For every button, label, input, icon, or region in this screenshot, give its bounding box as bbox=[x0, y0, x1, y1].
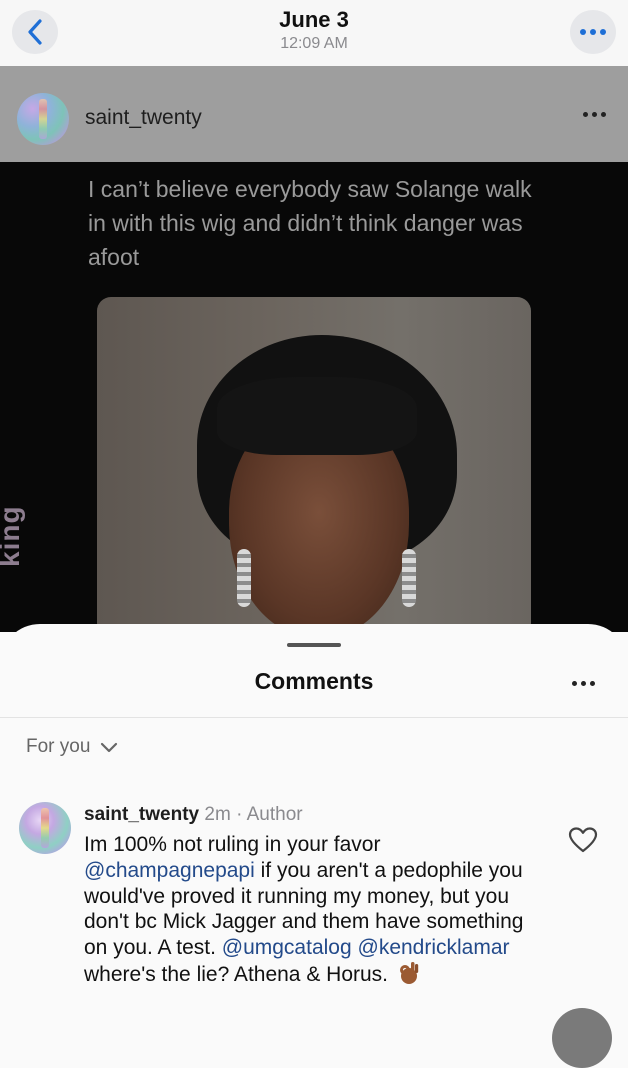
sheet-grabber-handle[interactable] bbox=[287, 643, 341, 647]
comment-text-part: Im 100% not ruling in your favor bbox=[84, 833, 381, 856]
chevron-down-icon bbox=[101, 742, 118, 752]
post-more-button[interactable] bbox=[583, 112, 606, 117]
mention-link[interactable]: @kendricklamar bbox=[358, 936, 510, 959]
tweet-caption-text: I can’t believe everybody saw Solange wa… bbox=[88, 176, 532, 270]
top-nav-bar: June 3 12:09 AM bbox=[0, 0, 628, 66]
post-media[interactable]: I can’t believe everybody saw Solange wa… bbox=[0, 162, 628, 632]
author-badge: Author bbox=[246, 804, 303, 825]
ok-hand-emoji-icon bbox=[399, 961, 419, 984]
mention-link[interactable]: @champagnepapi bbox=[84, 859, 255, 882]
commenter-avatar[interactable] bbox=[19, 802, 71, 854]
floating-action-button[interactable] bbox=[552, 1008, 612, 1068]
comment-username[interactable]: saint_twenty bbox=[84, 804, 199, 825]
comments-title: Comments bbox=[254, 668, 374, 694]
comment-separator: · bbox=[236, 804, 243, 825]
comments-more-button[interactable] bbox=[572, 681, 595, 686]
mention-link[interactable]: @umgcatalog bbox=[222, 936, 352, 959]
post-header: saint_twenty bbox=[0, 66, 628, 162]
comment-time: 2m bbox=[204, 804, 231, 825]
comment-text: Im 100% not ruling in your favor @champa… bbox=[84, 832, 544, 988]
nav-date: June 3 bbox=[279, 7, 349, 32]
like-heart-icon[interactable] bbox=[568, 826, 598, 854]
ellipsis-icon bbox=[580, 29, 606, 35]
more-options-button[interactable] bbox=[570, 10, 616, 54]
post-author-avatar[interactable] bbox=[17, 93, 69, 145]
comments-sheet: Comments For you saint_twenty 2m · Autho… bbox=[0, 624, 628, 1044]
nav-title: June 3 12:09 AM bbox=[0, 6, 628, 54]
comment-text-part: where's the lie? Athena & Horus. bbox=[84, 962, 389, 986]
comment-header: saint_twenty 2m · Author bbox=[84, 804, 303, 826]
comment-filter-dropdown[interactable]: For you bbox=[26, 736, 118, 758]
filter-label: For you bbox=[26, 736, 91, 757]
side-watermark-text: king bbox=[0, 505, 25, 567]
divider bbox=[0, 717, 628, 718]
post-username[interactable]: saint_twenty bbox=[85, 106, 202, 130]
post-photo bbox=[97, 297, 531, 632]
nav-time: 12:09 AM bbox=[280, 35, 348, 52]
